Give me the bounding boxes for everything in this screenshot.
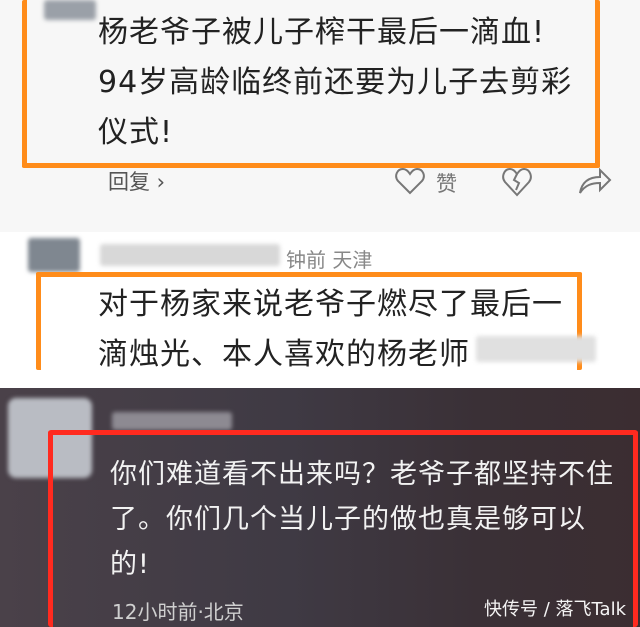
share-icon[interactable]	[574, 166, 614, 196]
reply-button[interactable]: 回复 ›	[108, 166, 165, 196]
username-blurred	[100, 244, 280, 266]
comment-text-mid: 对于杨家来说老爷子燃尽了最后一 滴烛光、本人喜欢的杨老师	[98, 280, 563, 380]
like-label[interactable]: 赞	[436, 168, 457, 198]
comment-line: 的!	[110, 549, 150, 580]
comment-line: 94岁高龄临终前还要为儿子去剪彩	[98, 65, 573, 100]
username-blurred	[112, 412, 232, 430]
comment-text-bottom: 你们难道看不出来吗？老爷子都坚持不住 了。你们几个当儿子的做也真是够可以 的!	[110, 452, 614, 587]
comment-line: 了。你们几个当儿子的做也真是够可以	[110, 504, 586, 535]
comment-line: 杨老爷子被儿子榨干最后一滴血!	[98, 15, 546, 50]
comment-time-location: 12小时前·北京	[112, 600, 244, 624]
blur-mask	[476, 336, 596, 362]
comment-meta: 钟前 天津	[286, 248, 373, 272]
comment-line: 对于杨家来说老爷子燃尽了最后一	[98, 287, 563, 322]
dislike-icon[interactable]	[500, 164, 534, 198]
comment-text-top: 杨老爷子被儿子榨干最后一滴血! 94岁高龄临终前还要为儿子去剪彩 仪式!	[98, 8, 572, 158]
watermark: 快传号 / 落飞Talk	[484, 599, 626, 620]
heart-icon[interactable]	[393, 166, 427, 196]
avatar[interactable]	[28, 238, 80, 272]
comment-line: 你们难道看不出来吗？老爷子都坚持不住	[110, 459, 614, 490]
comment-line: 仪式!	[98, 115, 174, 150]
